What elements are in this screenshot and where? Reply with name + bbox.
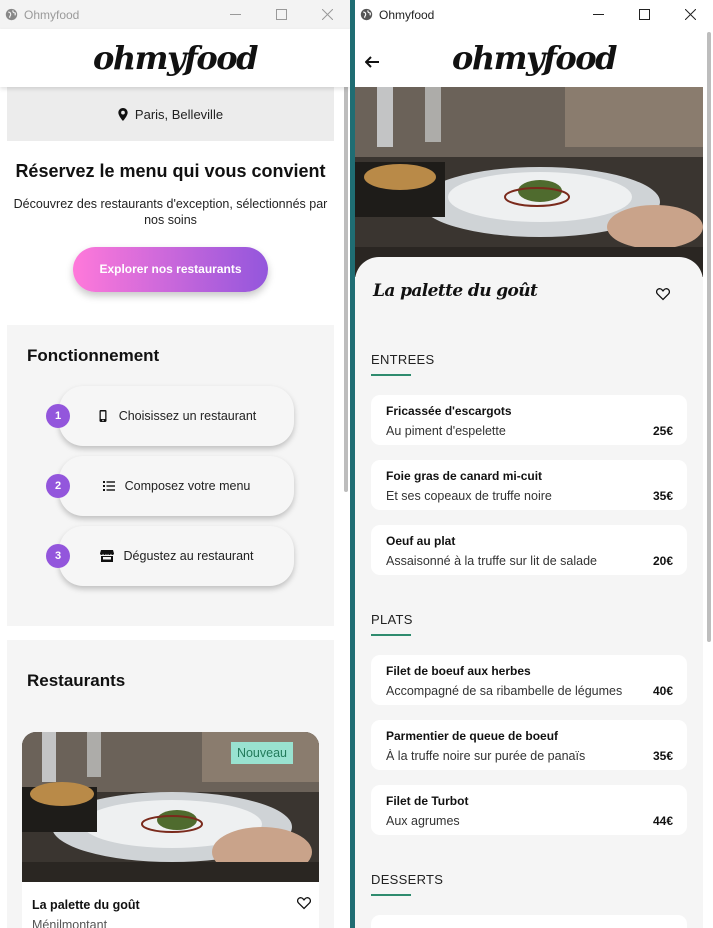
menu-item[interactable]: Parmentier de queue de boeuf À la truffe…	[371, 720, 687, 770]
dish-price: 40€	[652, 684, 673, 698]
heart-icon[interactable]	[656, 287, 670, 301]
ohmyfood-logo[interactable]: ohmyfood	[452, 39, 617, 77]
section-title-desserts: DESSERTS	[371, 872, 444, 896]
menu-item[interactable]	[371, 915, 687, 928]
globe-icon	[5, 8, 18, 21]
close-icon	[321, 9, 333, 20]
minimize-button[interactable]	[212, 0, 258, 29]
dish-name: Parmentier de queue de boeuf	[386, 729, 559, 743]
step-number-badge: 1	[46, 404, 70, 428]
location-bar: Paris, Belleville	[7, 87, 334, 141]
explore-restaurants-button[interactable]: Explorer nos restaurants	[73, 247, 268, 292]
step-1-card[interactable]: 1 Choisissez un restaurant	[46, 386, 294, 446]
menu-item[interactable]: Oeuf au plat Assaisonné à la truffe sur …	[371, 525, 687, 575]
vertical-scrollbar[interactable]	[707, 32, 711, 642]
dish-description: Au piment d'espelette	[386, 424, 506, 438]
minimize-button[interactable]	[575, 0, 621, 29]
dish-price: 35€	[652, 749, 673, 763]
maximize-icon	[638, 9, 650, 20]
how-it-works-title: Fonctionnement	[27, 346, 160, 365]
step-3-card[interactable]: 3 Dégustez au restaurant	[46, 526, 294, 586]
dish-description: Accompagné de sa ribambelle de légumes	[386, 684, 623, 698]
dish-name: Filet de boeuf aux herbes	[386, 664, 531, 678]
dish-name: Filet de Turbot	[386, 794, 469, 808]
dish-description: Et ses copeaux de truffe noire	[386, 489, 552, 503]
close-button[interactable]	[304, 0, 350, 29]
minimize-icon	[592, 14, 604, 15]
hero-subtitle: Découvrez des restaurants d'exception, s…	[13, 197, 328, 227]
back-arrow-icon[interactable]	[365, 56, 379, 68]
mobile-phone-icon	[99, 410, 107, 422]
step-2-card[interactable]: 2 Composez votre menu	[46, 456, 294, 516]
dish-name: Oeuf au plat	[386, 534, 456, 548]
close-icon	[684, 9, 696, 20]
section-title-plats: PLATS	[371, 612, 413, 636]
restaurant-hero-photo	[355, 87, 703, 277]
maximize-icon	[275, 9, 287, 20]
dish-price: 25€	[652, 424, 673, 438]
ohmyfood-logo[interactable]: ohmyfood	[93, 39, 258, 77]
left-browser-window: Ohmyfood ohmyfood Paris, Belleville Rése…	[0, 0, 350, 928]
menu-item[interactable]: Fricassée d'escargots Au piment d'espele…	[371, 395, 687, 445]
step-label: Composez votre menu	[124, 479, 251, 493]
vertical-scrollbar[interactable]	[344, 32, 348, 492]
left-title-bar[interactable]: Ohmyfood	[0, 0, 350, 29]
minimize-icon	[229, 14, 241, 15]
globe-icon	[360, 8, 373, 21]
list-icon	[102, 481, 115, 491]
maximize-button[interactable]	[258, 0, 304, 29]
dish-price: 20€	[652, 554, 673, 568]
dish-name: Foie gras de canard mi-cuit	[386, 469, 543, 483]
right-title-bar[interactable]: Ohmyfood	[355, 0, 713, 29]
restaurant-name: La palette du goût	[32, 898, 140, 912]
hero-section: Réservez le menu qui vous convient Décou…	[7, 141, 334, 325]
location-text: Paris, Belleville	[134, 106, 224, 122]
site-header: ohmyfood	[355, 29, 713, 87]
step-number-badge: 2	[46, 474, 70, 498]
menu-item[interactable]: Filet de Turbot Aux agrumes 44€	[371, 785, 687, 835]
section-divider	[7, 626, 334, 640]
menu-item[interactable]: Foie gras de canard mi-cuit Et ses copea…	[371, 460, 687, 510]
dish-price: 44€	[652, 814, 673, 828]
step-label: Choisissez un restaurant	[118, 409, 257, 423]
dish-description: Aux agrumes	[386, 814, 460, 828]
site-header: ohmyfood	[0, 29, 350, 87]
step-label: Dégustez au restaurant	[123, 549, 254, 563]
close-button[interactable]	[667, 0, 713, 29]
dish-description: Assaisonné à la truffe sur lit de salade	[386, 554, 598, 568]
new-badge: Nouveau	[230, 742, 293, 764]
restaurant-title: La palette du goût	[373, 281, 538, 301]
restaurants-title: Restaurants	[27, 671, 126, 690]
restaurants-section: Restaurants Nouveau La palette du goût M…	[7, 640, 334, 928]
maximize-button[interactable]	[621, 0, 667, 29]
restaurant-district: Ménilmontant	[32, 918, 108, 928]
heart-icon[interactable]	[297, 896, 311, 910]
map-pin-icon	[118, 107, 128, 121]
dish-price: 35€	[652, 489, 673, 503]
section-title-entrees: ENTREES	[371, 352, 435, 376]
how-it-works-section: Fonctionnement 1 Choisissez un restauran…	[7, 325, 334, 626]
window-title: Ohmyfood	[24, 7, 80, 22]
menu-panel: La palette du goût ENTREES Fricassée d'e…	[355, 257, 703, 928]
menu-item[interactable]: Filet de boeuf aux herbes Accompagné de …	[371, 655, 687, 705]
step-number-badge: 3	[46, 544, 70, 568]
restaurant-card[interactable]: Nouveau La palette du goût Ménilmontant	[22, 732, 319, 928]
hero-title: Réservez le menu qui vous convient	[15, 161, 326, 181]
dish-description: À la truffe noire sur purée de panaïs	[386, 749, 586, 763]
window-title: Ohmyfood	[379, 7, 435, 22]
home-page-content: Paris, Belleville Réservez le menu qui v…	[7, 87, 334, 928]
dish-name: Fricassée d'escargots	[386, 404, 512, 418]
store-icon	[99, 550, 114, 562]
right-browser-window: Ohmyfood ohmyfood La palette du goût ENT…	[355, 0, 713, 928]
